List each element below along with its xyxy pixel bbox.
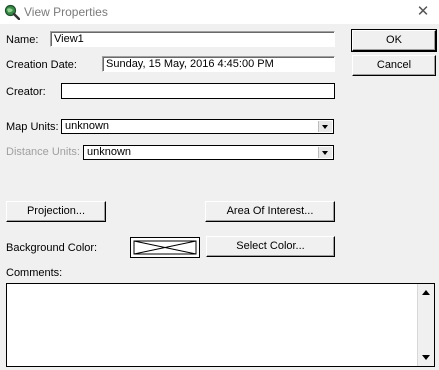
distance-units-select[interactable]: unknown bbox=[83, 145, 334, 160]
cancel-button[interactable]: Cancel bbox=[352, 55, 436, 76]
scroll-down-icon[interactable] bbox=[422, 355, 430, 360]
distance-units-label: Distance Units: bbox=[6, 146, 80, 158]
scroll-up-icon[interactable] bbox=[422, 290, 430, 295]
creation-date-label: Creation Date: bbox=[6, 59, 77, 71]
ok-button[interactable]: OK bbox=[351, 29, 437, 52]
map-units-value: unknown bbox=[65, 120, 110, 132]
chevron-down-icon[interactable] bbox=[318, 121, 332, 132]
background-color-swatch bbox=[130, 237, 200, 258]
distance-units-value: unknown bbox=[87, 146, 132, 158]
name-field[interactable]: View1 bbox=[50, 31, 335, 47]
background-color-label: Background Color: bbox=[6, 242, 98, 254]
close-icon[interactable]: ✕ bbox=[413, 3, 433, 21]
window-title: View Properties bbox=[24, 5, 108, 19]
map-units-select[interactable]: unknown bbox=[61, 119, 334, 134]
projection-button[interactable]: Projection... bbox=[6, 201, 106, 222]
map-units-label: Map Units: bbox=[6, 121, 59, 133]
area-of-interest-button[interactable]: Area Of Interest... bbox=[205, 201, 335, 222]
no-color-cross-icon bbox=[133, 240, 197, 255]
creation-date-field: Sunday, 15 May, 2016 4:45:00 PM bbox=[102, 56, 335, 72]
comments-text bbox=[7, 284, 434, 288]
creator-field[interactable] bbox=[61, 83, 335, 99]
select-color-button[interactable]: Select Color... bbox=[206, 236, 335, 257]
chevron-down-icon[interactable] bbox=[318, 147, 332, 158]
comments-textarea[interactable] bbox=[6, 283, 435, 367]
creator-label: Creator: bbox=[6, 86, 46, 98]
comments-scrollbar[interactable] bbox=[417, 284, 434, 366]
name-label: Name: bbox=[6, 34, 39, 46]
magnifier-globe-icon bbox=[4, 4, 20, 20]
comments-label: Comments: bbox=[6, 267, 63, 279]
